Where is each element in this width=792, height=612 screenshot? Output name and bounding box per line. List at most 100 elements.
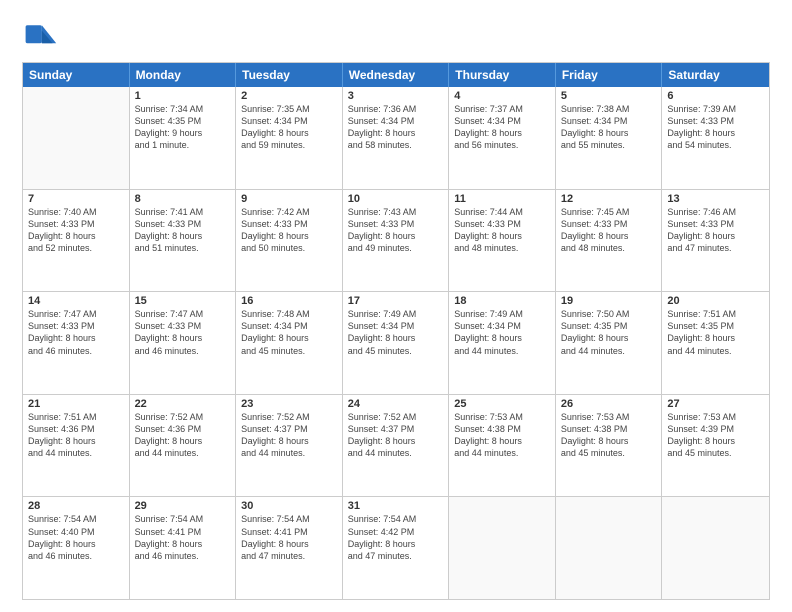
day-number: 24 xyxy=(348,398,444,410)
day-number: 23 xyxy=(241,398,337,410)
day-cell-4: 4Sunrise: 7:37 AM Sunset: 4:34 PM Daylig… xyxy=(449,87,556,189)
day-info: Sunrise: 7:41 AM Sunset: 4:33 PM Dayligh… xyxy=(135,206,231,255)
day-info: Sunrise: 7:37 AM Sunset: 4:34 PM Dayligh… xyxy=(454,103,550,152)
day-cell-8: 8Sunrise: 7:41 AM Sunset: 4:33 PM Daylig… xyxy=(130,190,237,292)
day-number: 30 xyxy=(241,500,337,512)
day-number: 29 xyxy=(135,500,231,512)
day-info: Sunrise: 7:51 AM Sunset: 4:35 PM Dayligh… xyxy=(667,308,764,357)
day-info: Sunrise: 7:52 AM Sunset: 4:37 PM Dayligh… xyxy=(241,411,337,460)
day-cell-23: 23Sunrise: 7:52 AM Sunset: 4:37 PM Dayli… xyxy=(236,395,343,497)
day-cell-22: 22Sunrise: 7:52 AM Sunset: 4:36 PM Dayli… xyxy=(130,395,237,497)
day-cell-27: 27Sunrise: 7:53 AM Sunset: 4:39 PM Dayli… xyxy=(662,395,769,497)
day-info: Sunrise: 7:38 AM Sunset: 4:34 PM Dayligh… xyxy=(561,103,657,152)
weekday-header-saturday: Saturday xyxy=(662,63,769,87)
day-cell-3: 3Sunrise: 7:36 AM Sunset: 4:34 PM Daylig… xyxy=(343,87,450,189)
empty-cell xyxy=(449,497,556,599)
empty-cell xyxy=(556,497,663,599)
day-number: 9 xyxy=(241,193,337,205)
day-cell-26: 26Sunrise: 7:53 AM Sunset: 4:38 PM Dayli… xyxy=(556,395,663,497)
empty-cell xyxy=(662,497,769,599)
weekday-header-tuesday: Tuesday xyxy=(236,63,343,87)
day-cell-19: 19Sunrise: 7:50 AM Sunset: 4:35 PM Dayli… xyxy=(556,292,663,394)
day-cell-11: 11Sunrise: 7:44 AM Sunset: 4:33 PM Dayli… xyxy=(449,190,556,292)
day-cell-14: 14Sunrise: 7:47 AM Sunset: 4:33 PM Dayli… xyxy=(23,292,130,394)
day-info: Sunrise: 7:42 AM Sunset: 4:33 PM Dayligh… xyxy=(241,206,337,255)
day-cell-2: 2Sunrise: 7:35 AM Sunset: 4:34 PM Daylig… xyxy=(236,87,343,189)
day-number: 16 xyxy=(241,295,337,307)
day-cell-9: 9Sunrise: 7:42 AM Sunset: 4:33 PM Daylig… xyxy=(236,190,343,292)
header xyxy=(22,18,770,54)
day-info: Sunrise: 7:48 AM Sunset: 4:34 PM Dayligh… xyxy=(241,308,337,357)
day-number: 12 xyxy=(561,193,657,205)
day-cell-17: 17Sunrise: 7:49 AM Sunset: 4:34 PM Dayli… xyxy=(343,292,450,394)
day-info: Sunrise: 7:47 AM Sunset: 4:33 PM Dayligh… xyxy=(135,308,231,357)
day-info: Sunrise: 7:53 AM Sunset: 4:38 PM Dayligh… xyxy=(561,411,657,460)
day-number: 13 xyxy=(667,193,764,205)
day-cell-1: 1Sunrise: 7:34 AM Sunset: 4:35 PM Daylig… xyxy=(130,87,237,189)
day-number: 28 xyxy=(28,500,124,512)
day-number: 26 xyxy=(561,398,657,410)
page: SundayMondayTuesdayWednesdayThursdayFrid… xyxy=(0,0,792,612)
day-cell-12: 12Sunrise: 7:45 AM Sunset: 4:33 PM Dayli… xyxy=(556,190,663,292)
day-number: 7 xyxy=(28,193,124,205)
day-info: Sunrise: 7:53 AM Sunset: 4:38 PM Dayligh… xyxy=(454,411,550,460)
day-info: Sunrise: 7:50 AM Sunset: 4:35 PM Dayligh… xyxy=(561,308,657,357)
day-info: Sunrise: 7:47 AM Sunset: 4:33 PM Dayligh… xyxy=(28,308,124,357)
calendar-body: 1Sunrise: 7:34 AM Sunset: 4:35 PM Daylig… xyxy=(23,87,769,599)
day-number: 31 xyxy=(348,500,444,512)
day-cell-21: 21Sunrise: 7:51 AM Sunset: 4:36 PM Dayli… xyxy=(23,395,130,497)
day-cell-5: 5Sunrise: 7:38 AM Sunset: 4:34 PM Daylig… xyxy=(556,87,663,189)
weekday-header-monday: Monday xyxy=(130,63,237,87)
day-cell-30: 30Sunrise: 7:54 AM Sunset: 4:41 PM Dayli… xyxy=(236,497,343,599)
day-info: Sunrise: 7:43 AM Sunset: 4:33 PM Dayligh… xyxy=(348,206,444,255)
day-number: 21 xyxy=(28,398,124,410)
day-cell-25: 25Sunrise: 7:53 AM Sunset: 4:38 PM Dayli… xyxy=(449,395,556,497)
day-cell-7: 7Sunrise: 7:40 AM Sunset: 4:33 PM Daylig… xyxy=(23,190,130,292)
day-info: Sunrise: 7:49 AM Sunset: 4:34 PM Dayligh… xyxy=(348,308,444,357)
day-number: 20 xyxy=(667,295,764,307)
day-cell-29: 29Sunrise: 7:54 AM Sunset: 4:41 PM Dayli… xyxy=(130,497,237,599)
calendar-row-1: 7Sunrise: 7:40 AM Sunset: 4:33 PM Daylig… xyxy=(23,189,769,292)
day-info: Sunrise: 7:44 AM Sunset: 4:33 PM Dayligh… xyxy=(454,206,550,255)
calendar: SundayMondayTuesdayWednesdayThursdayFrid… xyxy=(22,62,770,600)
day-number: 14 xyxy=(28,295,124,307)
day-cell-13: 13Sunrise: 7:46 AM Sunset: 4:33 PM Dayli… xyxy=(662,190,769,292)
day-info: Sunrise: 7:35 AM Sunset: 4:34 PM Dayligh… xyxy=(241,103,337,152)
day-cell-28: 28Sunrise: 7:54 AM Sunset: 4:40 PM Dayli… xyxy=(23,497,130,599)
day-info: Sunrise: 7:46 AM Sunset: 4:33 PM Dayligh… xyxy=(667,206,764,255)
day-info: Sunrise: 7:54 AM Sunset: 4:42 PM Dayligh… xyxy=(348,513,444,562)
day-info: Sunrise: 7:51 AM Sunset: 4:36 PM Dayligh… xyxy=(28,411,124,460)
day-info: Sunrise: 7:53 AM Sunset: 4:39 PM Dayligh… xyxy=(667,411,764,460)
calendar-row-0: 1Sunrise: 7:34 AM Sunset: 4:35 PM Daylig… xyxy=(23,87,769,189)
day-number: 8 xyxy=(135,193,231,205)
day-number: 3 xyxy=(348,90,444,102)
weekday-header-wednesday: Wednesday xyxy=(343,63,450,87)
day-info: Sunrise: 7:45 AM Sunset: 4:33 PM Dayligh… xyxy=(561,206,657,255)
day-cell-24: 24Sunrise: 7:52 AM Sunset: 4:37 PM Dayli… xyxy=(343,395,450,497)
day-number: 11 xyxy=(454,193,550,205)
day-cell-15: 15Sunrise: 7:47 AM Sunset: 4:33 PM Dayli… xyxy=(130,292,237,394)
day-info: Sunrise: 7:52 AM Sunset: 4:37 PM Dayligh… xyxy=(348,411,444,460)
day-cell-10: 10Sunrise: 7:43 AM Sunset: 4:33 PM Dayli… xyxy=(343,190,450,292)
day-number: 4 xyxy=(454,90,550,102)
day-number: 1 xyxy=(135,90,231,102)
day-cell-18: 18Sunrise: 7:49 AM Sunset: 4:34 PM Dayli… xyxy=(449,292,556,394)
day-info: Sunrise: 7:40 AM Sunset: 4:33 PM Dayligh… xyxy=(28,206,124,255)
calendar-row-3: 21Sunrise: 7:51 AM Sunset: 4:36 PM Dayli… xyxy=(23,394,769,497)
day-number: 22 xyxy=(135,398,231,410)
weekday-header-thursday: Thursday xyxy=(449,63,556,87)
day-number: 2 xyxy=(241,90,337,102)
day-number: 18 xyxy=(454,295,550,307)
day-cell-31: 31Sunrise: 7:54 AM Sunset: 4:42 PM Dayli… xyxy=(343,497,450,599)
day-cell-20: 20Sunrise: 7:51 AM Sunset: 4:35 PM Dayli… xyxy=(662,292,769,394)
day-info: Sunrise: 7:34 AM Sunset: 4:35 PM Dayligh… xyxy=(135,103,231,152)
logo-icon xyxy=(22,18,58,54)
day-number: 5 xyxy=(561,90,657,102)
weekday-header-friday: Friday xyxy=(556,63,663,87)
day-number: 15 xyxy=(135,295,231,307)
day-number: 10 xyxy=(348,193,444,205)
day-info: Sunrise: 7:39 AM Sunset: 4:33 PM Dayligh… xyxy=(667,103,764,152)
day-info: Sunrise: 7:49 AM Sunset: 4:34 PM Dayligh… xyxy=(454,308,550,357)
empty-cell xyxy=(23,87,130,189)
day-info: Sunrise: 7:36 AM Sunset: 4:34 PM Dayligh… xyxy=(348,103,444,152)
